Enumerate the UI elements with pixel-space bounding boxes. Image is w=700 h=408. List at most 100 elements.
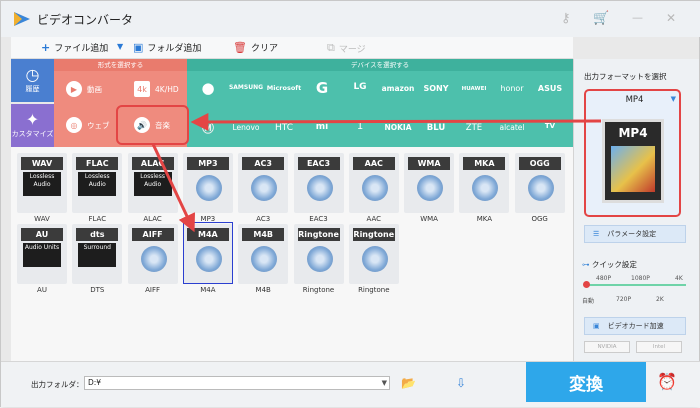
music-highlight [116,105,189,145]
format-badge: AC3 [242,157,285,170]
motorola-icon[interactable]: Ⓜ [189,119,227,136]
brand-microsoft[interactable]: Microsoft [265,84,303,92]
format-card-mp3[interactable]: MP3 MP3 [182,153,233,225]
format-card-ac3[interactable]: AC3 AC3 [238,153,289,225]
web-category[interactable]: ◎ ウェブ [66,117,110,133]
clear-button[interactable]: 🗑 クリア [233,41,278,54]
output-format-selector[interactable]: MP4 ▼ MP4 [584,89,681,217]
brand-honor[interactable]: honor [493,84,531,93]
gpu-acceleration-button[interactable]: ▣ ビデオカード加速 [584,317,686,335]
format-card-flac[interactable]: FLAC Lossless Audio FLAC [72,153,123,225]
format-grid: WAV Lossless Audio WAV FLAC Lossless Audio FL… [11,147,573,361]
hd-category[interactable]: 4k 4K/HD [134,81,179,97]
format-name: WAV [34,215,50,223]
slider-knob[interactable] [583,281,590,288]
format-badge: AAC [352,157,395,170]
add-folder-button[interactable]: ▣ フォルダ追加 [133,41,201,54]
format-badge: AIFF [131,228,174,241]
chevron-down-icon[interactable]: ▼ [117,42,123,51]
chevron-down-icon[interactable]: ▼ [382,377,387,389]
music-disc-icon [195,175,222,201]
open-folder-icon[interactable]: 📂 [401,376,416,390]
format-card-alac[interactable]: ALAC Lossless Audio ALAC [127,153,178,225]
clock-icon: ◷ [25,65,40,84]
format-badge: WAV [21,157,63,170]
plus-icon: + [41,41,51,54]
brand-sony[interactable]: SONY [417,84,455,93]
close-icon[interactable]: ✕ [666,11,676,25]
format-icon: MKA [459,153,510,213]
star-icon: ✦ [25,110,40,129]
format-card-wma[interactable]: WMA WMA [404,153,455,225]
history-tab[interactable]: ◷ 履歴 [11,59,54,102]
music-disc-icon [306,246,333,272]
app-logo-icon [14,12,30,26]
apple-icon[interactable]: ● [189,79,227,97]
add-file-label: ファイル追加 [54,44,109,54]
brand-nokia[interactable]: NOKIA [379,123,417,132]
brand-samsung[interactable]: SAMSUNG [227,84,265,91]
format-card-m4b[interactable]: M4B M4B [238,224,289,296]
format-card-ogg[interactable]: OGG OGG [514,153,565,225]
brand-huawei[interactable]: HUAWEI [455,86,493,92]
mp4-big-label: MP4 [618,126,648,140]
intel-chip[interactable]: Intel [636,341,682,353]
brand-htc[interactable]: HTC [265,123,303,133]
format-card-eac3[interactable]: EAC3 EAC3 [293,153,344,225]
nvidia-chip[interactable]: NVIDIA [584,341,630,353]
add-file-button[interactable]: + ファイル追加 [41,41,108,54]
format-card-aiff[interactable]: AIFF AIFF [127,224,178,296]
format-card-wav[interactable]: WAV Lossless Audio WAV [17,153,67,225]
key-icon[interactable]: ⚷ [561,11,571,26]
format-card-ringtone[interactable]: Ringtone Ringtone [293,224,344,296]
selected-format-label: MP4 [625,95,644,105]
brand-lg[interactable]: LG [341,82,379,92]
video-category[interactable]: ▶ 動画 [66,81,102,97]
sliders-icon: ☰ [593,230,600,238]
format-card-ringtone[interactable]: Ringtone Ringtone [348,224,399,296]
brand-asus[interactable]: ASUS [531,84,569,93]
brand-amazon[interactable]: amazon [379,84,417,93]
scale-4k: 4K [675,275,683,282]
brand-oneplus[interactable]: 1 [341,121,379,132]
music-disc-icon [251,175,278,201]
brand-alcatel[interactable]: alcatel [493,123,531,132]
format-badge: WMA [408,157,451,170]
quality-slider[interactable] [583,281,686,288]
clear-label: クリア [250,44,278,54]
convert-button[interactable]: 変換 [526,362,646,402]
brand-zte[interactable]: ZTE [455,123,493,133]
format-name: M4A [200,286,216,294]
brand-lenovo[interactable]: Lenovo [227,123,265,132]
format-card-mka[interactable]: MKA MKA [459,153,510,225]
hd-label: 4K/HD [155,84,179,94]
brand-tv[interactable]: TV [531,122,569,130]
music-disc-icon [417,175,444,201]
brand-google[interactable]: G [303,79,341,97]
format-card-au[interactable]: AU Audio Units AU [17,224,67,296]
play-icon: ▶ [66,81,82,97]
output-folder-field[interactable]: D:¥ ▼ [84,376,390,390]
format-name: M4B [255,286,271,294]
brand-mi[interactable]: mi [303,122,341,132]
format-card-aac[interactable]: AAC AAC [348,153,399,225]
alarm-clock-icon[interactable]: ⏰ [657,372,677,391]
format-card-dts[interactable]: dts Surround DTS [72,224,123,296]
app-window: ビデオコンバータ ⚷ 🛒 — ✕ + ファイル追加 ▼ ▣ フォルダ追加 🗑 ク… [0,0,700,407]
merge-button[interactable]: ⧉ マージ [327,41,366,55]
scale-2k: 2K [656,296,664,303]
minimize-icon[interactable]: — [632,11,643,24]
output-panel: 出力フォーマットを選択 MP4 ▼ MP4 ☰ パラメータ設定 ⊶ クイック設定… [573,59,699,361]
format-sub-badge: Surround [78,243,117,267]
format-icon: WMA [404,153,455,213]
format-sub-badge: Lossless Audio [23,172,61,196]
brand-blu[interactable]: BLU [417,123,455,133]
output-format-title: 出力フォーマットを選択 [584,72,667,81]
dropdown-icon: ▼ [670,95,676,103]
format-icon: dts Surround [72,224,123,284]
cart-icon[interactable]: 🛒 [593,11,609,26]
import-icon[interactable]: ⇩ [456,376,466,390]
parameter-settings-button[interactable]: ☰ パラメータ設定 [584,225,686,243]
custom-tab[interactable]: ✦ カスタマイズ [11,104,54,147]
merge-label: マージ [338,44,366,55]
